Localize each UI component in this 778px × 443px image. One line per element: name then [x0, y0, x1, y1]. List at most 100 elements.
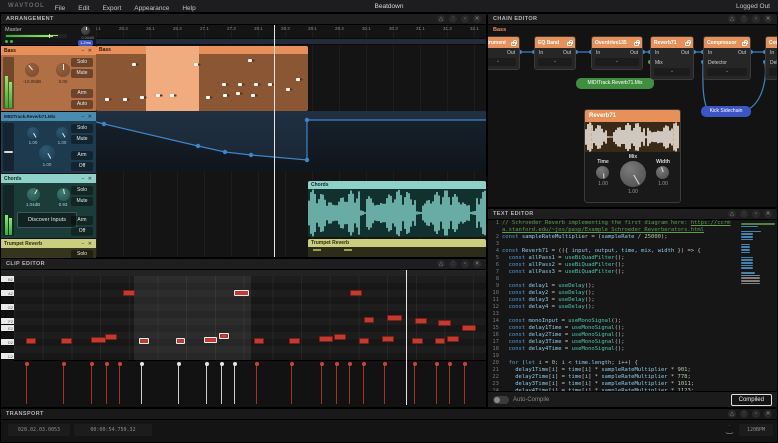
velocity-stem[interactable]	[256, 364, 257, 404]
code-line[interactable]: 2const sampleRateMultiplier = (sampleRat…	[488, 234, 777, 241]
popout-icon[interactable]: ▫	[752, 410, 760, 418]
velocity-stem[interactable]	[221, 364, 222, 404]
bell-icon[interactable]: △	[728, 15, 736, 23]
velocity-stem[interactable]	[464, 364, 465, 404]
velocity-stem[interactable]	[384, 364, 385, 404]
velocity-lane[interactable]	[14, 360, 486, 405]
chords-arm-button[interactable]: Arm	[71, 216, 93, 225]
velocity-stem[interactable]	[141, 364, 142, 404]
code-line[interactable]: 7 const allPass3 = useBiQuadFilter();	[488, 269, 777, 276]
close-icon[interactable]: ✕	[473, 260, 481, 268]
velocity-stem[interactable]	[336, 364, 337, 404]
code-area[interactable]: 1// Schroeder Reverb implementing the fi…	[488, 220, 777, 391]
velocity-stem[interactable]	[119, 364, 120, 404]
node-compressor[interactable]: Compressor InOut Detector ⌄	[703, 36, 751, 80]
midi-knob-2[interactable]	[56, 127, 68, 139]
midi-source-pill[interactable]: MIDITrack.Reverb71.Mix	[576, 78, 654, 89]
velocity-stem[interactable]	[363, 364, 364, 404]
arrangement-playhead[interactable]	[274, 25, 275, 257]
midi-mode-button[interactable]: Off	[71, 162, 93, 171]
velocity-stem[interactable]	[291, 364, 292, 404]
kebab-icon[interactable]: ⋮	[740, 15, 748, 23]
reverb71-waveform[interactable]	[585, 122, 680, 152]
port-mix[interactable]: Mix	[655, 60, 663, 66]
automation-lane[interactable]	[96, 111, 486, 172]
velocity-stem[interactable]	[206, 364, 207, 404]
piano-key-D2[interactable]: D2	[1, 339, 14, 346]
node-compressor-2[interactable]: Compressor In Detector ⌄	[765, 36, 777, 80]
code-line[interactable]: 8	[488, 276, 777, 283]
port-out[interactable]: Out	[507, 50, 515, 56]
bpm-display[interactable]: 120BPM	[739, 424, 773, 436]
kebab-icon[interactable]: ⋮	[740, 210, 748, 218]
auto-compile-toggle[interactable]	[493, 396, 509, 404]
velocity-stem[interactable]	[234, 364, 235, 404]
port-out[interactable]: Out	[681, 50, 689, 56]
close-icon[interactable]: ✕	[473, 15, 481, 23]
piano-keys[interactable]: B2A2G2F2E2D2C2	[1, 276, 14, 360]
time-knob[interactable]	[596, 166, 609, 179]
mix-knob[interactable]	[620, 161, 646, 187]
login-status[interactable]: Logged Out	[736, 3, 770, 10]
midi-solo-button[interactable]: Solo	[71, 124, 93, 133]
code-line[interactable]: 21 delay1Time[i] = time[i] * sampleRateM…	[488, 367, 777, 374]
kebab-icon[interactable]: ⋮	[449, 260, 457, 268]
piano-key-A2[interactable]: A2	[1, 290, 14, 297]
reverb71-detail-node[interactable]: Reverb71 Time 1.00 Mix 1.00 Width 1.00	[584, 109, 681, 203]
chords-clip[interactable]: Chords	[308, 181, 486, 237]
bass-volume-knob[interactable]	[25, 63, 39, 77]
code-line[interactable]: 20 for (let i = 0; i < time.length; i++)…	[488, 360, 777, 367]
piano-key-G#2[interactable]	[1, 297, 14, 304]
bass-lane[interactable]: Bass	[96, 25, 486, 111]
velocity-stem[interactable]	[436, 364, 437, 404]
roll-selection-region[interactable]	[134, 276, 251, 360]
track-window-buttons[interactable]: − ✕	[82, 241, 94, 247]
compiled-button[interactable]: Compiled	[731, 394, 772, 406]
popout-icon[interactable]: ▫	[752, 210, 760, 218]
metronome-icon[interactable]	[725, 425, 734, 434]
close-icon[interactable]: ✕	[764, 210, 772, 218]
width-knob[interactable]	[656, 166, 669, 179]
piano-key-E2[interactable]: E2	[1, 325, 14, 332]
code-line[interactable]: 22 delay2Time[i] = time[i] * sampleRateM…	[488, 374, 777, 381]
code-line[interactable]: 15 const delay1Time = useMonoSignal();	[488, 325, 777, 332]
discover-inputs-button[interactable]: Discover Inputs	[17, 212, 77, 228]
port-detector[interactable]: Detector	[708, 60, 727, 66]
port-in[interactable]: In	[708, 50, 712, 56]
bass-clip[interactable]: Bass	[96, 46, 308, 111]
code-line[interactable]: 13	[488, 311, 777, 318]
bass-solo-button[interactable]: Solo	[71, 58, 93, 67]
midi-mute-button[interactable]: Mute	[71, 135, 93, 144]
bass-mode-button[interactable]: Auto	[71, 100, 93, 109]
chords-pan-knob[interactable]	[57, 188, 70, 201]
node-reverb71[interactable]: Reverb71 InOut Mix ⌄	[650, 36, 694, 80]
trumpet-lane[interactable]: Trumpet Reverb	[96, 239, 486, 257]
bell-icon[interactable]: △	[437, 260, 445, 268]
kebab-icon[interactable]: ⋮	[740, 410, 748, 418]
popout-icon[interactable]: ▫	[461, 260, 469, 268]
bass-arm-button[interactable]: Arm	[71, 89, 93, 98]
piano-key-C#2[interactable]	[1, 346, 14, 353]
popout-icon[interactable]: ▫	[752, 15, 760, 23]
code-minimap[interactable]	[741, 223, 775, 285]
midi-arm-button[interactable]: Arm	[71, 151, 93, 160]
kick-sidechain-pill[interactable]: Kick Sidechain	[701, 106, 751, 117]
node-instrument[interactable]: Instrument Out ⌄	[488, 36, 520, 70]
midi-knob-3[interactable]	[39, 145, 55, 161]
code-line[interactable]: 10 const delay2 = useDelay();	[488, 290, 777, 297]
bell-icon[interactable]: △	[728, 210, 736, 218]
track-window-buttons[interactable]: − ✕	[82, 176, 94, 182]
port-detector[interactable]: Detector	[770, 60, 777, 66]
track-header-midireverb[interactable]: MIDITrack.Reverb71.Mix − ✕ 1.00 1.00 1.0…	[1, 112, 96, 173]
velocity-stem[interactable]	[349, 364, 350, 404]
track-window-buttons[interactable]: − ✕	[82, 114, 94, 120]
close-icon[interactable]: ✕	[764, 410, 772, 418]
chevron-down-icon[interactable]: ⌄	[769, 68, 777, 76]
velocity-stem[interactable]	[63, 364, 64, 404]
piano-key-C2[interactable]: C2	[1, 353, 14, 360]
chords-mute-button[interactable]: Mute	[71, 197, 93, 206]
chords-solo-button[interactable]: Solo	[71, 186, 93, 195]
code-line[interactable]: 5 const allPass1 = useBiQuadFilter();	[488, 255, 777, 262]
code-line[interactable]: 11 const delay3 = useDelay();	[488, 297, 777, 304]
code-line[interactable]: 19	[488, 353, 777, 360]
